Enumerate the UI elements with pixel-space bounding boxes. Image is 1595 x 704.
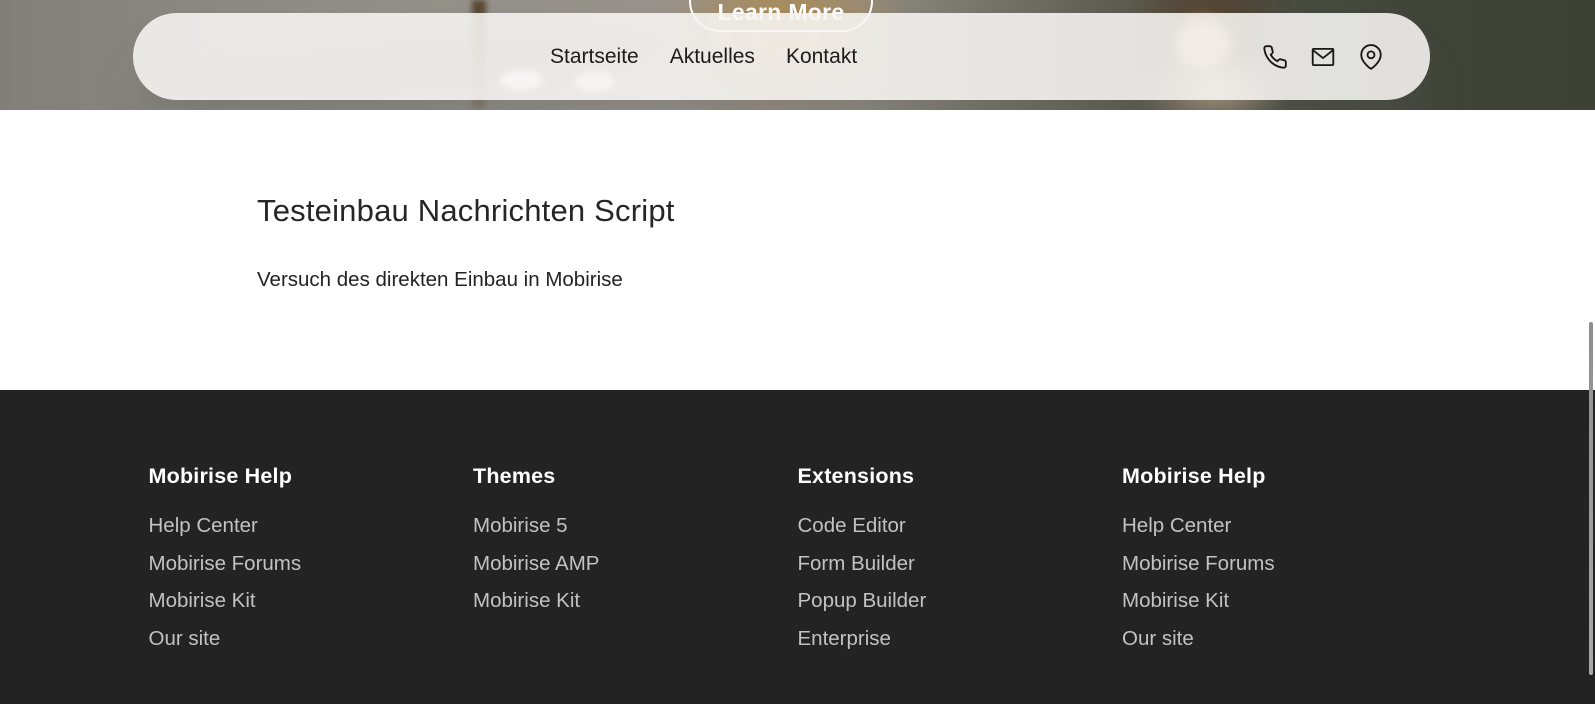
nav-link-aktuelles[interactable]: Aktuelles bbox=[670, 45, 755, 69]
footer-link[interactable]: Mobirise Kit bbox=[473, 582, 580, 620]
nav-icons bbox=[1262, 13, 1384, 100]
footer-column: Extensions Code EditorForm BuilderPopup … bbox=[798, 464, 1123, 657]
phone-icon[interactable] bbox=[1262, 44, 1288, 70]
main-content: Testeinbau Nachrichten Script Versuch de… bbox=[0, 110, 1595, 390]
nav-link-startseite[interactable]: Startseite bbox=[550, 45, 639, 69]
footer-link-list: Mobirise 5Mobirise AMPMobirise Kit bbox=[473, 507, 798, 620]
footer-column-heading: Mobirise Help bbox=[149, 464, 474, 489]
footer-link[interactable]: Help Center bbox=[149, 507, 258, 545]
footer-link[interactable]: Popup Builder bbox=[798, 582, 927, 620]
hero-section: Learn More StartseiteAktuellesKontakt bbox=[0, 0, 1595, 110]
footer-link[interactable]: Mobirise AMP bbox=[473, 545, 599, 583]
nav-menu: Startseite Aktuelles Kontakt bbox=[550, 13, 857, 100]
footer-column: Mobirise Help Help CenterMobirise Forums… bbox=[1122, 464, 1447, 657]
footer-link[interactable]: Mobirise 5 bbox=[473, 507, 568, 545]
footer-columns: Mobirise Help Help CenterMobirise Forums… bbox=[149, 464, 1447, 657]
footer-link[interactable]: Code Editor bbox=[798, 507, 906, 545]
location-icon[interactable] bbox=[1358, 44, 1384, 70]
nav-link-kontakt[interactable]: Kontakt bbox=[786, 45, 857, 69]
navbar: Startseite Aktuelles Kontakt bbox=[133, 13, 1430, 100]
email-icon[interactable] bbox=[1310, 44, 1336, 70]
footer-link[interactable]: Mobirise Kit bbox=[1122, 582, 1229, 620]
page-subtitle: Versuch des direkten Einbau in Mobirise bbox=[257, 268, 623, 292]
footer-column-heading: Extensions bbox=[798, 464, 1123, 489]
footer-link[interactable]: Mobirise Forums bbox=[1122, 545, 1275, 583]
footer-column-heading: Mobirise Help bbox=[1122, 464, 1447, 489]
footer-link[interactable]: Mobirise Kit bbox=[149, 582, 256, 620]
footer: Mobirise Help Help CenterMobirise Forums… bbox=[0, 390, 1595, 704]
footer-link[interactable]: Our site bbox=[149, 620, 221, 658]
footer-link-list: Help CenterMobirise ForumsMobirise KitOu… bbox=[149, 507, 474, 657]
footer-link-list: Code EditorForm BuilderPopup BuilderEnte… bbox=[798, 507, 1123, 657]
footer-link[interactable]: Our site bbox=[1122, 620, 1194, 658]
footer-column: Mobirise Help Help CenterMobirise Forums… bbox=[149, 464, 474, 657]
footer-link[interactable]: Enterprise bbox=[798, 620, 891, 658]
footer-link[interactable]: Mobirise Forums bbox=[149, 545, 302, 583]
scrollbar-thumb[interactable] bbox=[1589, 322, 1593, 675]
footer-link-list: Help CenterMobirise ForumsMobirise KitOu… bbox=[1122, 507, 1447, 657]
footer-column: Themes Mobirise 5Mobirise AMPMobirise Ki… bbox=[473, 464, 798, 657]
footer-link[interactable]: Help Center bbox=[1122, 507, 1231, 545]
footer-link[interactable]: Form Builder bbox=[798, 545, 915, 583]
footer-column-heading: Themes bbox=[473, 464, 798, 489]
page-title: Testeinbau Nachrichten Script bbox=[257, 193, 675, 229]
